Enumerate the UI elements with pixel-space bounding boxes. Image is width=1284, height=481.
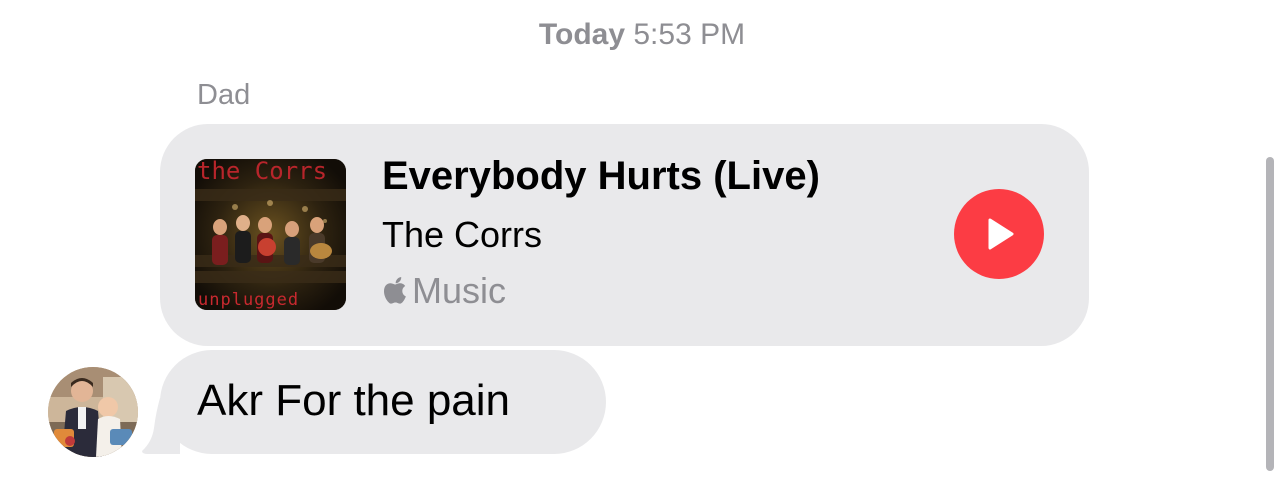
- song-artist: The Corrs: [382, 214, 543, 255]
- timestamp-day: Today: [538, 18, 626, 51]
- sender-name: Dad: [197, 79, 251, 111]
- music-service: Music: [382, 270, 506, 312]
- album-artwork[interactable]: the Corrs unplugged: [195, 159, 346, 310]
- message-text: Akr For the pain: [197, 376, 511, 425]
- message-timestamp: Today 5:53 PM: [0, 18, 1284, 52]
- music-service-label: Music: [412, 270, 507, 311]
- message-bubble[interactable]: Akr For the pain: [160, 350, 606, 454]
- album-art-subtitle: unplugged: [198, 290, 299, 310]
- play-button[interactable]: [954, 189, 1044, 279]
- play-icon: [988, 218, 1014, 250]
- music-share-bubble[interactable]: the Corrs unplugged Everybody Hurts (Liv…: [160, 124, 1089, 346]
- song-title: Everybody Hurts (Live): [382, 154, 820, 198]
- scrollbar[interactable]: [1266, 157, 1274, 471]
- messages-thread: Today 5:53 PM Dad the Corrs unplugged Ev…: [0, 0, 1284, 481]
- sender-avatar[interactable]: [48, 367, 138, 457]
- timestamp-time: 5:53 PM: [633, 18, 746, 51]
- apple-logo-icon: [384, 277, 406, 304]
- album-art-band-name: the Corrs: [197, 159, 327, 185]
